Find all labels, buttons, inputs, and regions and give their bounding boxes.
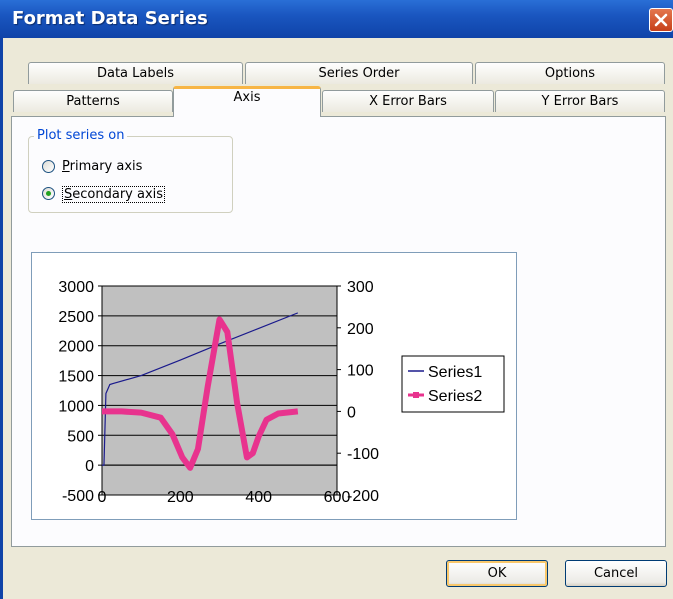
y-tick-label: 3000 <box>58 279 94 296</box>
y2-tick-label: 0 <box>347 404 356 421</box>
secondary-axis-label-rest: econdary axis <box>72 187 164 202</box>
ok-button[interactable]: OK <box>446 560 548 587</box>
y-tick-label: 2000 <box>58 339 94 356</box>
title-bar: Format Data Series <box>0 0 673 38</box>
primary-axis-label-rest: rimary axis <box>69 159 143 174</box>
tab-x-error-bars[interactable]: X Error Bars <box>322 90 494 112</box>
radio-selected-dot <box>46 191 51 196</box>
y-tick-label: 0 <box>85 458 94 475</box>
y2-tick-label: 200 <box>347 321 374 338</box>
x-tick-label: 400 <box>245 489 272 506</box>
chart-preview: 3000 2500 2000 1500 1000 500 0 -500 300 200 100 0 -1… <box>31 252 517 520</box>
tab-series-order[interactable]: Series Order <box>245 62 473 84</box>
y-tick-label: 2500 <box>58 309 94 326</box>
tab-data-labels[interactable]: Data Labels <box>28 62 243 84</box>
primary-axis-label: Primary axis <box>62 159 142 174</box>
x-tick-label: 0 <box>98 489 107 506</box>
chart-svg: 300025002000150010005000-5003002001000-1… <box>58 279 505 506</box>
primary-axis-radio-button[interactable] <box>42 160 55 173</box>
y2-tick-label: 100 <box>347 363 374 380</box>
close-button[interactable] <box>649 8 673 32</box>
legend-series2-label: Series2 <box>428 388 482 405</box>
y-tick-label: 1500 <box>58 369 94 386</box>
primary-axis-accelerator: P <box>62 159 70 174</box>
tab-axis[interactable]: Axis <box>173 86 321 117</box>
close-icon <box>654 13 668 27</box>
window-title: Format Data Series <box>12 8 208 29</box>
y2-tick-label: -100 <box>347 446 379 463</box>
y-tick-label: 500 <box>67 428 94 445</box>
cancel-button[interactable]: Cancel <box>565 560 667 587</box>
secondary-axis-radio-button[interactable] <box>42 187 55 200</box>
y2-tick-label: 300 <box>347 279 374 296</box>
secondary-axis-label: Secondary axis <box>62 186 166 203</box>
x-tick-label: 600 <box>324 489 351 506</box>
y-tick-label: -500 <box>62 488 94 505</box>
tab-y-error-bars[interactable]: Y Error Bars <box>495 90 665 112</box>
plot-series-on-label: Plot series on <box>34 128 128 143</box>
tab-options[interactable]: Options <box>475 62 665 84</box>
x-tick-label: 200 <box>167 489 194 506</box>
tab-patterns[interactable]: Patterns <box>13 90 173 112</box>
legend-series1-label: Series1 <box>428 364 482 381</box>
legend-series2-marker <box>413 392 419 398</box>
y-tick-label: 1000 <box>58 398 94 415</box>
y2-tick-label: -200 <box>347 488 379 505</box>
